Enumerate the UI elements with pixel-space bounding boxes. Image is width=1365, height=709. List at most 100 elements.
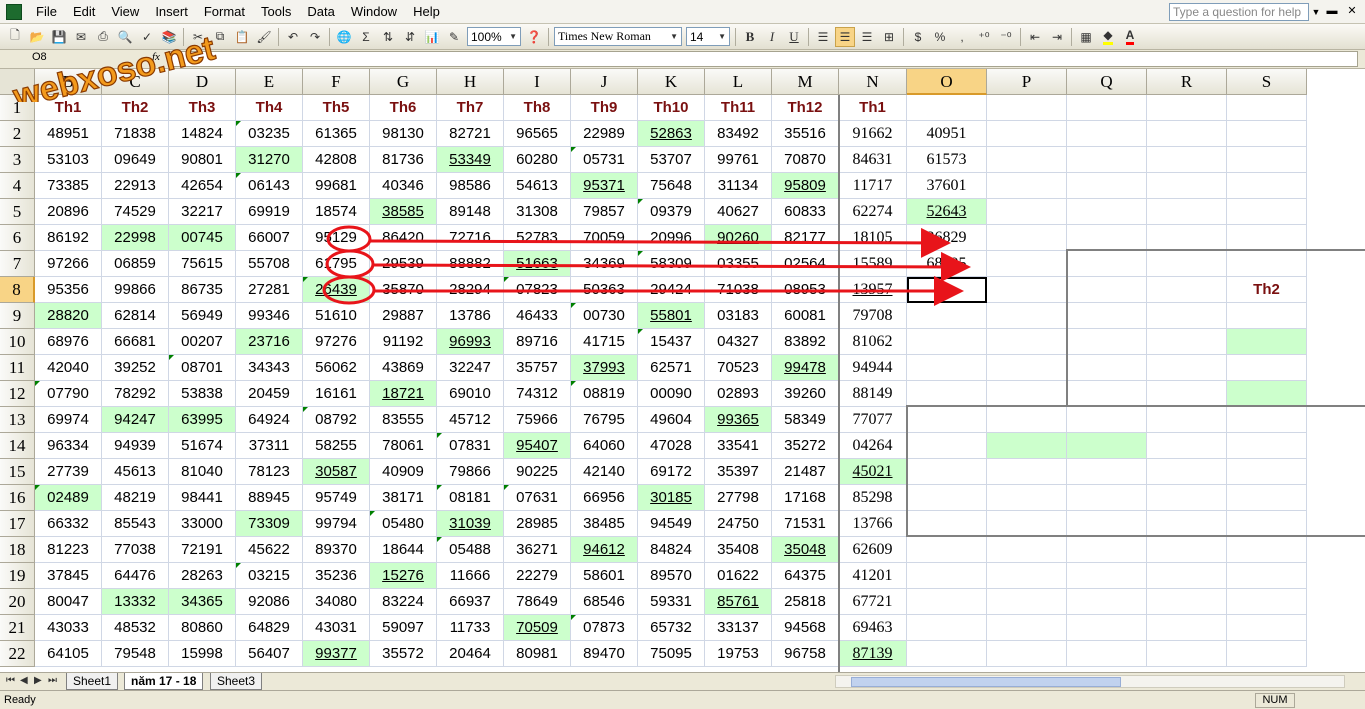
table-cell[interactable]: 37993 <box>571 355 638 381</box>
table-cell[interactable]: 00090 <box>638 381 705 407</box>
table-cell[interactable]: 73385 <box>35 173 102 199</box>
table-cell[interactable]: 32247 <box>437 355 504 381</box>
table-cell[interactable]: 90260 <box>705 225 772 251</box>
table-cell[interactable]: 48532 <box>102 615 169 641</box>
month-header-cell[interactable]: Th10 <box>638 95 705 121</box>
month-header-cell[interactable]: Th1 <box>839 95 907 121</box>
table-cell[interactable]: 89370 <box>303 537 370 563</box>
table-cell[interactable]: 28985 <box>504 511 571 537</box>
table-cell[interactable]: 70059 <box>571 225 638 251</box>
table-cell[interactable]: 45622 <box>236 537 303 563</box>
table-cell[interactable]: 79857 <box>571 199 638 225</box>
table-cell[interactable]: 89570 <box>638 563 705 589</box>
table-cell[interactable]: 72716 <box>437 225 504 251</box>
table-cell[interactable]: 61795 <box>303 251 370 277</box>
table-cell[interactable]: 61365 <box>303 121 370 147</box>
tab-sheet3[interactable]: Sheet3 <box>210 673 263 690</box>
table-cell[interactable]: 80860 <box>169 615 236 641</box>
table-cell[interactable]: 00745 <box>169 225 236 251</box>
table-cell[interactable]: 83492 <box>705 121 772 147</box>
table-cell[interactable]: 82721 <box>437 121 504 147</box>
table-cell[interactable]: 45021 <box>839 459 907 485</box>
table-cell[interactable]: 96758 <box>772 641 839 667</box>
table-cell[interactable]: 63995 <box>169 407 236 433</box>
row-header-17[interactable]: 17 <box>0 511 35 537</box>
table-cell[interactable]: 13332 <box>102 589 169 615</box>
table-cell[interactable]: 55708 <box>236 251 303 277</box>
empty-cell[interactable] <box>987 95 1067 121</box>
table-cell[interactable]: 35408 <box>705 537 772 563</box>
empty-cell[interactable] <box>987 563 1067 589</box>
table-cell[interactable]: 99866 <box>102 277 169 303</box>
table-cell[interactable]: 28263 <box>169 563 236 589</box>
table-cell[interactable]: 75966 <box>504 407 571 433</box>
table-cell[interactable]: 84631 <box>839 147 907 173</box>
name-box[interactable]: O8 <box>4 51 124 67</box>
table-cell[interactable]: 29424 <box>638 277 705 303</box>
worksheet-grid[interactable]: B C D E F G H I J K L M N O P Q R S 1 Th1 Th2 Th3 Th4 Th5 Th6 Th7… <box>0 69 1365 672</box>
empty-cell[interactable] <box>987 225 1067 251</box>
table-cell[interactable]: 08953 <box>772 277 839 303</box>
table-cell[interactable]: 51663 <box>504 251 571 277</box>
empty-cell[interactable] <box>1147 537 1227 563</box>
empty-cell[interactable] <box>907 355 987 381</box>
table-cell[interactable]: 56949 <box>169 303 236 329</box>
empty-cell[interactable] <box>1067 225 1147 251</box>
table-cell[interactable]: 69919 <box>236 199 303 225</box>
table-cell[interactable]: 34343 <box>236 355 303 381</box>
empty-cell[interactable] <box>987 589 1067 615</box>
table-cell[interactable]: 94549 <box>638 511 705 537</box>
table-cell[interactable]: 80981 <box>504 641 571 667</box>
empty-cell[interactable] <box>987 199 1067 225</box>
table-cell[interactable]: 07873 <box>571 615 638 641</box>
empty-cell[interactable] <box>1067 121 1147 147</box>
table-cell[interactable]: 95371 <box>571 173 638 199</box>
table-cell[interactable]: 66007 <box>236 225 303 251</box>
borders-icon[interactable]: ▦ <box>1076 27 1096 47</box>
table-cell[interactable]: 22998 <box>102 225 169 251</box>
empty-cell[interactable] <box>907 329 987 355</box>
table-cell[interactable]: 30185 <box>638 485 705 511</box>
table-cell[interactable]: 08819 <box>571 381 638 407</box>
table-cell[interactable]: 81223 <box>35 537 102 563</box>
table-cell[interactable]: 03183 <box>705 303 772 329</box>
table-cell[interactable]: 60833 <box>772 199 839 225</box>
table-cell[interactable]: 15276 <box>370 563 437 589</box>
table-cell[interactable]: 64375 <box>772 563 839 589</box>
table-cell[interactable]: 81062 <box>839 329 907 355</box>
undo-icon[interactable]: ↶ <box>283 27 303 47</box>
empty-cell[interactable] <box>1067 95 1147 121</box>
table-cell[interactable]: 50363 <box>571 277 638 303</box>
table-cell[interactable]: 05488 <box>437 537 504 563</box>
table-cell[interactable]: 62274 <box>839 199 907 225</box>
column-header-m[interactable]: M <box>772 69 839 95</box>
table-cell[interactable]: 15437 <box>638 329 705 355</box>
table-cell[interactable]: 97266 <box>35 251 102 277</box>
table-cell[interactable]: 62609 <box>839 537 907 563</box>
table-cell[interactable]: 55801 <box>638 303 705 329</box>
table-cell[interactable]: 27798 <box>705 485 772 511</box>
fill-color-icon[interactable]: ◆ <box>1098 27 1118 47</box>
empty-cell[interactable] <box>987 277 1067 303</box>
result-cell[interactable]: 37601 <box>907 173 987 199</box>
table-cell[interactable]: 81040 <box>169 459 236 485</box>
increase-decimal-icon[interactable]: ⁺⁰ <box>974 27 994 47</box>
table-cell[interactable]: 94939 <box>102 433 169 459</box>
column-header-p[interactable]: P <box>987 69 1067 95</box>
table-cell[interactable]: 20896 <box>35 199 102 225</box>
table-cell[interactable]: 69974 <box>35 407 102 433</box>
table-cell[interactable]: 74529 <box>102 199 169 225</box>
comma-style-icon[interactable]: , <box>952 27 972 47</box>
empty-cell[interactable] <box>1227 615 1307 641</box>
table-cell[interactable]: 79708 <box>839 303 907 329</box>
table-cell[interactable]: 95809 <box>772 173 839 199</box>
table-cell[interactable]: 42654 <box>169 173 236 199</box>
decrease-indent-icon[interactable]: ⇤ <box>1025 27 1045 47</box>
empty-cell[interactable] <box>987 303 1067 329</box>
month-header-cell[interactable]: Th12 <box>772 95 839 121</box>
result-cell[interactable]: 36829 <box>907 225 987 251</box>
month-header-cell[interactable]: Th6 <box>370 95 437 121</box>
table-cell[interactable]: 86735 <box>169 277 236 303</box>
table-cell[interactable]: 42140 <box>571 459 638 485</box>
table-cell[interactable]: 62814 <box>102 303 169 329</box>
